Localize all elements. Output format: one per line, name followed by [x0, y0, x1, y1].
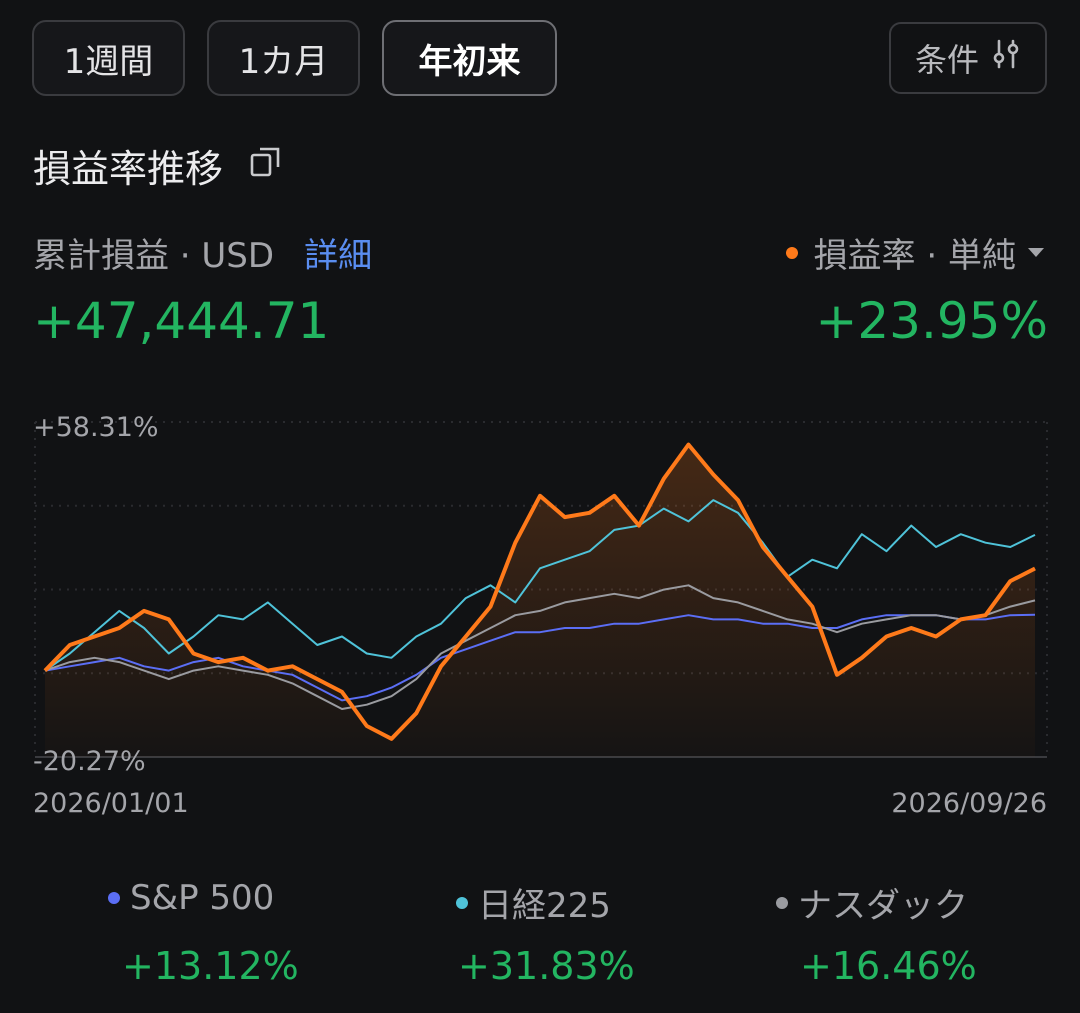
tab-ytd[interactable]: 年初来 — [382, 20, 557, 96]
x-end-label: 2026/09/26 — [891, 788, 1047, 819]
pnl-currency-label: 累計損益 · USD — [33, 236, 275, 276]
tab-1-month[interactable]: 1カ月 — [207, 20, 360, 96]
page-title: 損益率推移 — [33, 147, 224, 191]
orange-dot-icon — [785, 246, 798, 259]
return-chart[interactable]: +58.31% -20.27% 2026/01/01 2026/09/26 — [0, 400, 1080, 830]
legend-nasdaq-label: ナスダック — [798, 886, 968, 926]
legend-nikkei[interactable]: 日経225 — [456, 878, 611, 927]
legend-nikkei-value: +31.83% — [458, 944, 635, 988]
detail-link[interactable]: 詳細 — [304, 236, 372, 276]
copy-icon[interactable] — [249, 144, 283, 188]
y-min-label: -20.27% — [33, 746, 146, 777]
series-area-0 — [45, 444, 1035, 757]
x-start-label: 2026/01/01 — [33, 788, 189, 819]
legend-sp500-value: +13.12% — [122, 944, 299, 988]
cumulative-pnl-value: +47,444.71 — [33, 292, 330, 350]
chart-series — [43, 442, 1036, 757]
tab-1-week[interactable]: 1週間 — [32, 20, 185, 96]
legend-nikkei-label: 日経225 — [478, 886, 611, 926]
rate-mode-selector[interactable]: 損益率 · 単純 — [785, 228, 1048, 277]
legend-nasdaq-value: +16.46% — [800, 944, 977, 988]
sliders-icon — [991, 37, 1021, 79]
nasdaq-dot-icon — [776, 896, 788, 909]
caret-down-icon — [1024, 233, 1048, 273]
y-max-label: +58.31% — [33, 412, 159, 443]
filter-button[interactable]: 条件 — [889, 22, 1047, 94]
return-rate-value: +23.95% — [815, 292, 1048, 350]
filter-label: 条件 — [914, 41, 979, 79]
cumulative-pnl-label: 累計損益 · USD 詳細 — [33, 228, 372, 277]
legend-sp500[interactable]: S&P 500 — [108, 878, 274, 918]
legend-nasdaq[interactable]: ナスダック — [776, 878, 968, 927]
nikkei-dot-icon — [456, 896, 468, 909]
sp500-dot-icon — [108, 892, 120, 904]
rate-mode-label: 損益率 · 単純 — [813, 236, 1016, 276]
section-header: 損益率推移 — [33, 138, 283, 193]
legend-sp500-label: S&P 500 — [130, 878, 275, 918]
